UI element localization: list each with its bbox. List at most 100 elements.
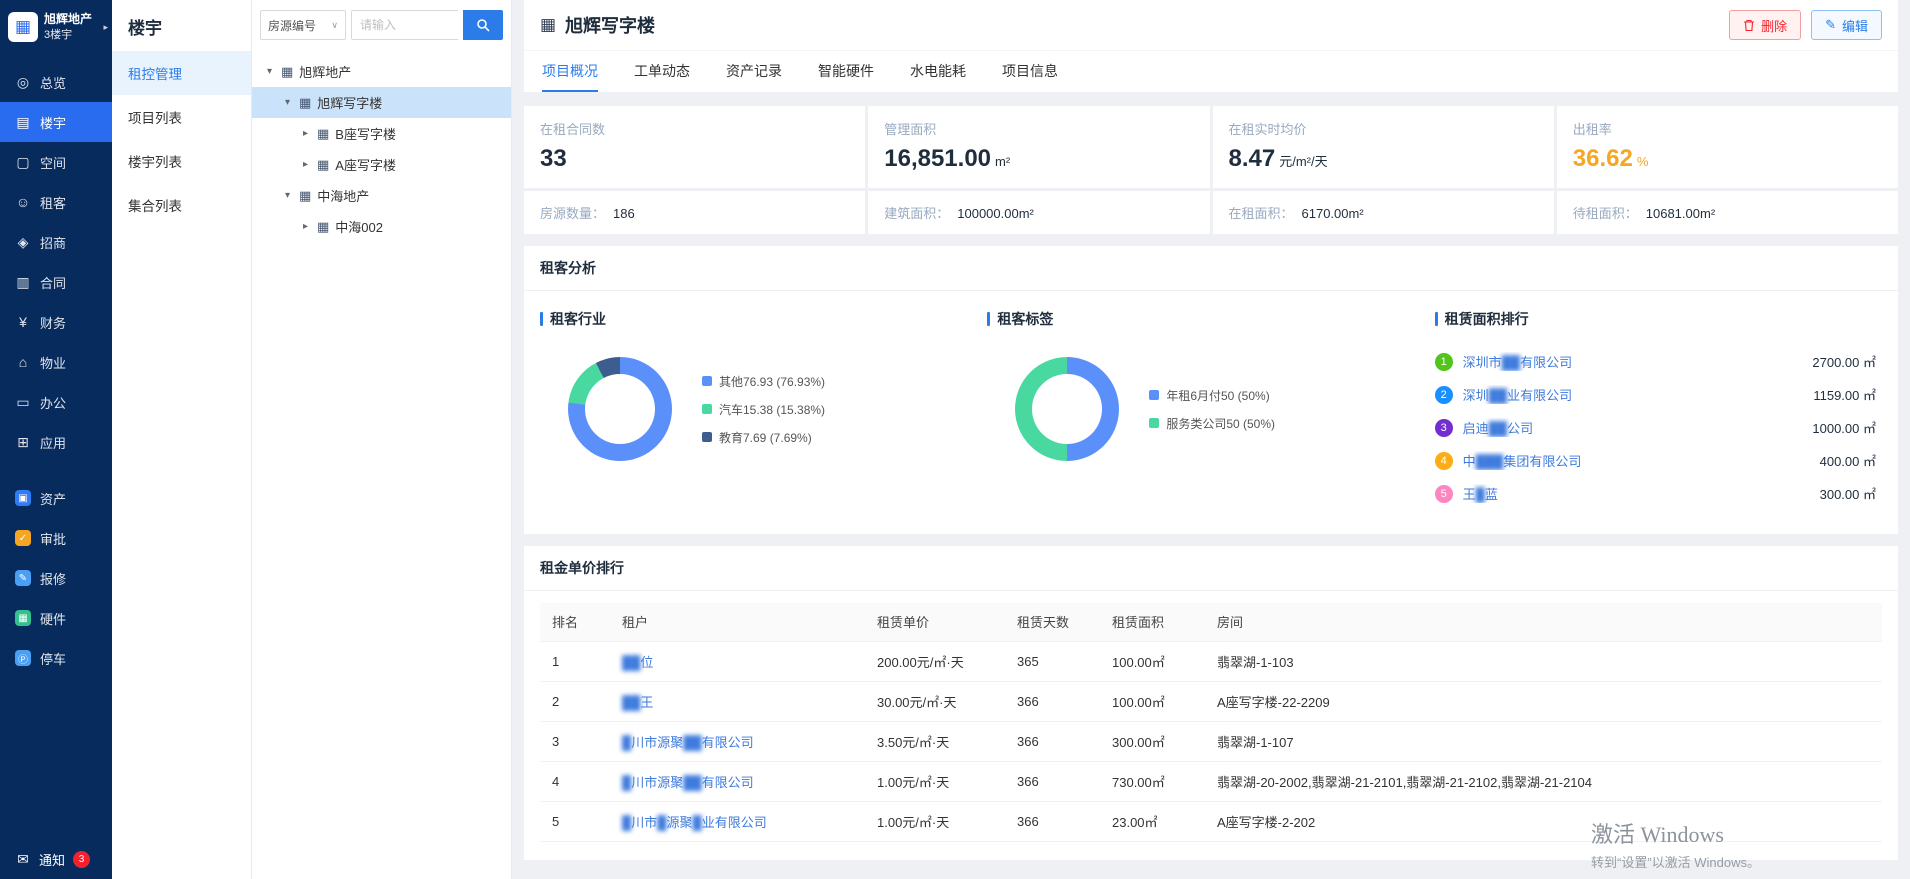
tree-node[interactable]: ▸▦B座写字楼 — [252, 118, 511, 149]
cell-rooms: A座写字楼-22-2209 — [1205, 681, 1882, 721]
redacted-text: ██ — [622, 695, 640, 710]
stats-main-row: 在租合同数33管理面积16,851.00m²在租实时均价8.47元/m²/天出租… — [524, 106, 1898, 188]
building-icon: ▦ — [299, 95, 311, 111]
sidebar-item-parking[interactable]: Ⓟ停车 — [0, 638, 112, 678]
app-logo[interactable]: ▦ 旭辉地产 3楼宇 ▸ — [0, 0, 112, 54]
stat-sub-card: 房源数量：186 — [524, 191, 865, 234]
contract-icon: ▥ — [15, 274, 31, 291]
company-link[interactable]: 中███集团有限公司 — [1463, 451, 1810, 470]
tree-node[interactable]: ▾▦旭辉地产 — [252, 56, 511, 87]
redacted-text: █ — [622, 735, 631, 750]
tenant-link[interactable]: ██王 — [622, 695, 653, 710]
tree-node[interactable]: ▾ ▦ 中海地产 — [252, 180, 511, 211]
tree-node-label: 旭辉地产 — [299, 62, 351, 81]
legend-item[interactable]: 汽车15.38 (15.38%) — [702, 401, 825, 418]
tab-utility[interactable]: 水电能耗 — [910, 51, 966, 92]
caret-right-icon[interactable]: ▸ — [300, 221, 311, 232]
tenant-analysis-card: 租客分析 租客行业 其他76.93 (76.93%)汽车15.38 (15.38… — [524, 246, 1898, 534]
tree-node[interactable]: ▸▦A座写字楼 — [252, 149, 511, 180]
sidebar-item-approval[interactable]: ✓审批 — [0, 518, 112, 558]
tenant-link[interactable]: █川市█源聚█业有限公司 — [622, 815, 767, 830]
tab-workorder[interactable]: 工单动态 — [634, 51, 690, 92]
area-rank-row: 2深圳██业有限公司1159.00 ㎡ — [1435, 378, 1876, 411]
sidebar-item-asset[interactable]: ▣资产 — [0, 478, 112, 518]
finance-icon: ¥ — [15, 314, 31, 330]
redacted-text: ██ — [1502, 355, 1520, 370]
tree-node-label: 中海地产 — [317, 186, 369, 205]
tenant-link[interactable]: ██位 — [622, 655, 653, 670]
tab-overview[interactable]: 项目概况 — [542, 51, 598, 92]
cell-price: 3.50元/㎡·天 — [865, 721, 1005, 761]
area-rank-row: 1深圳市██有限公司2700.00 ㎡ — [1435, 345, 1876, 378]
submenu-item-project-list[interactable]: 项目列表 — [112, 95, 251, 139]
caret-down-icon[interactable]: ▾ — [282, 190, 293, 201]
sidebar-item-repair[interactable]: ✎报修 — [0, 558, 112, 598]
delete-button[interactable]: 删除 — [1729, 10, 1801, 40]
tab-info[interactable]: 项目信息 — [1002, 51, 1058, 92]
stat-sub-card: 待租面积：10681.00m² — [1557, 191, 1898, 234]
sidebar-notification[interactable]: ✉ 通知 3 — [0, 850, 112, 869]
stat-sub-card: 建筑面积：100000.00m² — [868, 191, 1209, 234]
redacted-text: ██ — [1489, 421, 1507, 436]
sidebar-item-overview[interactable]: ◎总览 — [0, 62, 112, 102]
tenant-link[interactable]: █川市源聚██有限公司 — [622, 775, 754, 790]
tree-node[interactable]: ▾▦旭辉写字楼 — [252, 87, 511, 118]
building-icon: ▦ — [299, 188, 311, 204]
cell-area: 23.00㎡ — [1100, 801, 1205, 841]
search-input[interactable] — [351, 10, 458, 40]
submenu-item-building-list[interactable]: 楼宇列表 — [112, 139, 251, 183]
submenu-item-collection-list[interactable]: 集合列表 — [112, 183, 251, 227]
tenant-name-text: 中 — [1463, 454, 1476, 469]
sidebar-item-investment[interactable]: ◈招商 — [0, 222, 112, 262]
tree-node[interactable]: ▸▦中海002 — [252, 211, 511, 242]
company-link[interactable]: 启迪██公司 — [1463, 418, 1803, 437]
building-submenu: 楼宇 租控管理项目列表楼宇列表集合列表 — [112, 0, 252, 879]
sidebar-item-apps[interactable]: ⊞应用 — [0, 422, 112, 462]
sidebar-item-hardware[interactable]: ▦硬件 — [0, 598, 112, 638]
company-link[interactable]: 深圳██业有限公司 — [1463, 385, 1804, 404]
edit-button[interactable]: ✎ 编辑 — [1811, 10, 1882, 40]
caret-down-icon[interactable]: ▾ — [282, 97, 293, 108]
filter-type-select[interactable]: 房源编号 ∨ — [260, 10, 346, 40]
company-link[interactable]: 王█蓝 — [1463, 484, 1810, 503]
caret-down-icon[interactable]: ▾ — [264, 66, 275, 77]
legend-item[interactable]: 教育7.69 (7.69%) — [702, 429, 825, 446]
stat-sub-card: 在租面积：6170.00m² — [1213, 191, 1554, 234]
sidebar-item-finance[interactable]: ¥财务 — [0, 302, 112, 342]
sidebar-item-office[interactable]: ▭办公 — [0, 382, 112, 422]
sidebar-item-building[interactable]: ▤楼宇 — [0, 102, 112, 142]
sidebar-item-label: 应用 — [40, 433, 66, 452]
legend-swatch — [1149, 418, 1159, 428]
rank-area-value: 400.00 ㎡ — [1820, 451, 1876, 470]
legend-item[interactable]: 其他76.93 (76.93%) — [702, 373, 825, 390]
search-button[interactable] — [463, 10, 503, 40]
stat-value: 8.47元/m²/天 — [1229, 145, 1538, 173]
sidebar-main-nav: ◎总览▤楼宇▢空间☺租客◈招商▥合同¥财务⌂物业▭办公⊞应用 — [0, 62, 112, 462]
tenant-link[interactable]: █川市源聚██有限公司 — [622, 735, 754, 750]
cell-rooms: 翡翠湖-1-103 — [1205, 641, 1882, 681]
legend-item[interactable]: 服务类公司50 (50%) — [1149, 415, 1275, 432]
sidebar-item-space[interactable]: ▢空间 — [0, 142, 112, 182]
caret-right-icon[interactable]: ▸ — [300, 159, 311, 170]
notification-label: 通知 — [39, 850, 65, 869]
tree-node-label: 中海002 — [335, 217, 383, 236]
tab-hardware[interactable]: 智能硬件 — [818, 51, 874, 92]
office-icon: ▭ — [15, 394, 31, 411]
cell-rank: 3 — [540, 721, 610, 761]
sidebar-app-nav: ▣资产✓审批✎报修▦硬件Ⓟ停车 — [0, 478, 112, 678]
sidebar-item-contract[interactable]: ▥合同 — [0, 262, 112, 302]
collapse-arrow-icon[interactable]: ▸ — [103, 22, 108, 33]
submenu-item-rent-control[interactable]: 租控管理 — [112, 51, 251, 95]
building-tree: ▾▦旭辉地产▾▦旭辉写字楼▸▦B座写字楼▸▦A座写字楼▾▦中海地产▸▦中海002 — [252, 50, 511, 248]
company-link[interactable]: 深圳市██有限公司 — [1463, 352, 1803, 371]
stat-value: 36.62% — [1573, 145, 1882, 173]
legend-item[interactable]: 年租6月付50 (50%) — [1149, 387, 1275, 404]
caret-right-icon[interactable]: ▸ — [300, 128, 311, 139]
sidebar-item-property[interactable]: ⌂物业 — [0, 342, 112, 382]
cell-price: 30.00元/㎡·天 — [865, 681, 1005, 721]
tab-asset[interactable]: 资产记录 — [726, 51, 782, 92]
cell-rooms: A座写字楼-2-202 — [1205, 801, 1882, 841]
asset-icon: ▣ — [15, 490, 31, 506]
sidebar-item-tenant[interactable]: ☺租客 — [0, 182, 112, 222]
stat-sub-value: 6170.00m² — [1302, 206, 1364, 221]
